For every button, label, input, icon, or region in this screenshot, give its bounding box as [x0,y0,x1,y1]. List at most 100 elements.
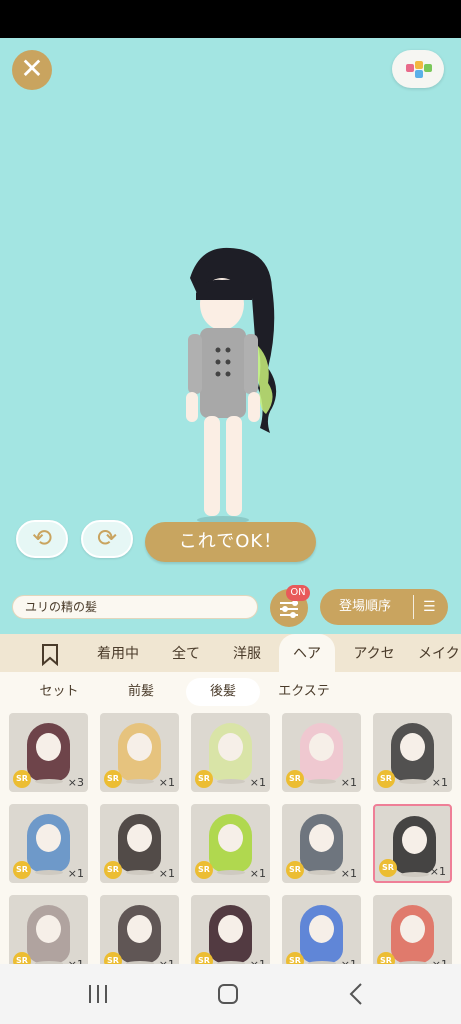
mannequin-head [36,915,61,943]
mannequin-head [127,915,152,943]
hair-item-card[interactable]: SR×1 [282,895,361,964]
rarity-badge: SR [379,859,397,877]
mannequin-shadow [399,779,427,784]
back-button[interactable] [337,979,377,1009]
hair-item-card[interactable]: SR×1 [191,895,270,964]
item-quantity: ×3 [67,776,84,789]
rarity-badge: SR [195,861,213,879]
status-bar [0,0,461,38]
rarity-badge: SR [377,770,395,788]
home-button[interactable] [208,979,248,1009]
system-nav-bar [0,964,461,1024]
mannequin-head [36,824,61,852]
item-quantity: ×1 [158,776,175,789]
recents-icon [89,985,107,1003]
hair-item-card[interactable]: SR ×1 [282,713,361,792]
mannequin-shadow [217,779,245,784]
mannequin-shadow [308,870,336,875]
item-name-field[interactable]: ユリの精の髪 [12,595,258,619]
sort-label: 登場順序 [339,599,392,614]
mannequin-shadow [126,870,154,875]
hair-item-card[interactable]: SR×1 [100,895,179,964]
category-tabs: 着用中 全て 洋服 ヘア アクセ メイク [0,634,461,672]
tab-wearing[interactable]: 着用中 [88,634,148,672]
mannequin-head [218,824,243,852]
camera-button[interactable] [392,50,444,88]
rarity-badge: SR [104,770,122,788]
confirm-ok-button[interactable]: これでOK！ [145,522,316,562]
hair-item-card[interactable]: SR ×1 [191,804,270,883]
hair-item-card[interactable]: SR×1 [9,895,88,964]
hair-item-card[interactable]: SR ×1 [100,713,179,792]
undo-button[interactable]: ⟲ [16,520,68,558]
rarity-badge: SR [104,952,122,964]
mannequin-shadow [308,779,336,784]
avatar-figure [186,247,277,524]
mannequin-head [36,733,61,761]
hair-item-card[interactable]: SR ×3 [9,713,88,792]
item-quantity: ×1 [340,867,357,880]
mannequin-head [402,826,427,854]
rarity-badge: SR [286,770,304,788]
mannequin-shadow [401,872,429,877]
home-icon [218,984,238,1004]
rarity-badge: SR [13,952,31,964]
rarity-badge: SR [13,770,31,788]
hair-item-card[interactable]: SR×1 [100,804,179,883]
recents-button[interactable] [78,979,118,1009]
hair-item-card[interactable]: SR ×1 [191,713,270,792]
rarity-badge: SR [195,770,213,788]
hair-subtabs: セット 前髪 後髪 エクステ [0,672,461,708]
item-quantity: ×1 [158,867,175,880]
mannequin-shadow [35,870,63,875]
mannequin-head [400,915,425,943]
item-quantity: ×1 [249,776,266,789]
sort-icon: ☰ [423,599,436,615]
hair-item-card[interactable]: SR×1 [373,713,452,792]
filter-on-badge: ON [286,585,310,601]
item-quantity: ×1 [340,776,357,789]
bookmark-icon [42,644,58,666]
refresh-icon: ⟳ [96,524,118,552]
mannequin-head [309,824,334,852]
sort-button[interactable]: 登場順序 ☰ [320,589,448,625]
back-icon [349,983,362,1005]
rarity-badge: SR [377,952,395,964]
mannequin-head [309,915,334,943]
close-button[interactable]: ✕ [12,50,52,90]
item-quantity: ×1 [67,867,84,880]
item-quantity: ×1 [249,867,266,880]
subtab-back-hair[interactable]: 後髪 [186,678,260,706]
mannequin-head [400,733,425,761]
undo-icon: ⟲ [31,524,53,552]
mannequin-shadow [35,779,63,784]
rarity-badge: SR [286,952,304,964]
rarity-badge: SR [195,952,213,964]
refresh-button[interactable]: ⟳ [81,520,133,558]
tab-hair[interactable]: ヘア [279,634,335,672]
tab-all[interactable]: 全て [160,634,212,672]
hair-item-card[interactable]: SR ×1 [282,804,361,883]
mannequin-head [127,824,152,852]
avatar-stage: ✕ ⟲ ⟳ これでOK！ [0,38,461,579]
item-quantity: ×1 [429,865,446,878]
rarity-badge: SR [13,861,31,879]
sort-divider [413,595,414,619]
tab-makeup[interactable]: メイク [418,634,461,672]
hair-item-card[interactable]: SR ×1 [9,804,88,883]
close-icon: ✕ [20,52,44,85]
item-grid: SR ×3 SR ×1 SR ×1 SR ×1 SR ×1 SR ×1 SR ×1 SR ×1 SR ×1 SR ×1… [0,708,461,964]
tab-bookmark[interactable] [26,634,74,672]
tab-clothes[interactable]: 洋服 [220,634,274,672]
hair-item-card[interactable]: SR ×1 [373,804,452,883]
subtab-set[interactable]: セット [16,678,102,706]
mannequin-shadow [217,870,245,875]
subtab-front-hair[interactable]: 前髪 [108,678,174,706]
rarity-badge: SR [286,861,304,879]
mannequin-head [218,915,243,943]
subtab-extension[interactable]: エクステ [266,678,342,706]
search-bar: ユリの精の髪 ON 登場順序 ☰ [0,579,461,634]
tab-accessory[interactable]: アクセ [342,634,406,672]
hair-item-card[interactable]: SR×1 [373,895,452,964]
mannequin-head [127,733,152,761]
